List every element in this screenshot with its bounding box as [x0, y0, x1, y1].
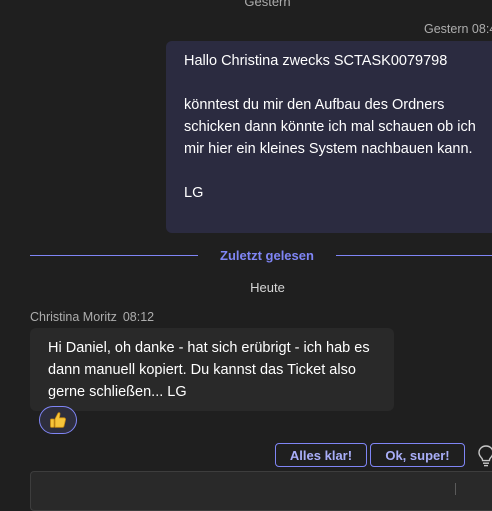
- read-marker-line-left: [30, 255, 198, 256]
- reaction-thumbs-up[interactable]: [39, 406, 77, 434]
- suggested-reply-alles-klar[interactable]: Alles klar!: [275, 443, 367, 467]
- day-label-yesterday: Gestern: [244, 0, 291, 9]
- sent-message-timestamp: Gestern 08:4: [424, 22, 492, 36]
- compose-input[interactable]: [31, 472, 492, 510]
- received-message-time: 08:12: [122, 310, 155, 324]
- sent-message-bubble[interactable]: Hallo Christina zwecks SCTASK0079798 kön…: [166, 41, 492, 233]
- read-marker-line-right: [336, 255, 492, 256]
- day-label-today: Heute: [250, 280, 285, 295]
- thumbs-up-icon: [50, 412, 66, 428]
- read-marker-label: Zuletzt gelesen: [220, 248, 314, 263]
- sent-message-line: könntest du mir den Aufbau des Ordners s…: [184, 97, 480, 157]
- sent-message-line: Hallo Christina zwecks SCTASK0079798: [184, 53, 448, 69]
- compose-message-box[interactable]: [30, 471, 492, 511]
- received-message-bubble[interactable]: Hi Daniel, oh danke - hat sich erübrigt …: [30, 328, 394, 411]
- received-message-meta: Christina Moritz 08:12: [30, 310, 154, 324]
- compose-toolbar-divider: [455, 483, 456, 495]
- received-message-text: Hi Daniel, oh danke - hat sich erübrigt …: [48, 340, 370, 400]
- suggested-reply-ok-super[interactable]: Ok, super!: [370, 443, 465, 467]
- lightbulb-icon[interactable]: [476, 444, 492, 468]
- sender-name[interactable]: Christina Moritz: [30, 310, 117, 324]
- sent-message-line: LG: [184, 185, 204, 201]
